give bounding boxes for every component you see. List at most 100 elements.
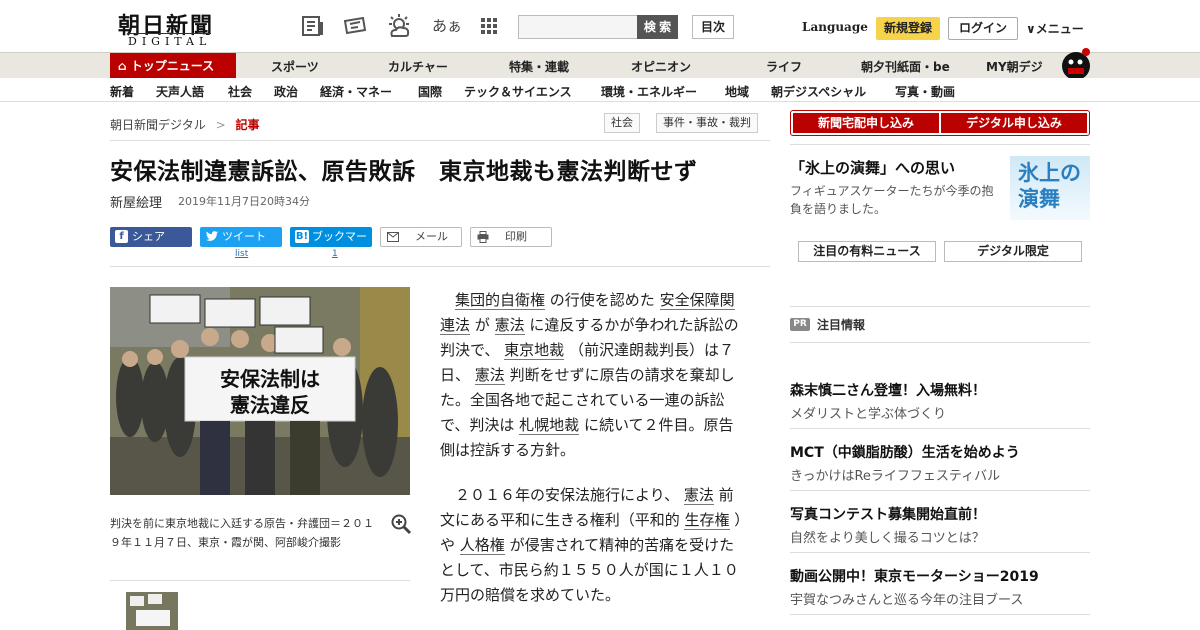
grid-menu-icon[interactable] (476, 14, 502, 38)
facebook-icon: f (115, 230, 128, 243)
zoom-in-icon[interactable] (390, 513, 412, 535)
twitter-share-button[interactable]: ツイート (200, 227, 282, 247)
keyword-link[interactable]: 憲法 (683, 486, 714, 505)
article-paragraph-2: ２０１６年の安保法施行により、 憲法 前文にある平和に生きる権利（平和的 生存権… (440, 483, 745, 608)
nav-my-asadigi[interactable]: MY朝デジ (986, 58, 1043, 75)
font-size-icon[interactable]: あぁ (432, 15, 462, 36)
nav-photo-video[interactable]: 写真・動画 (895, 83, 955, 100)
promo-title[interactable]: 「氷上の演舞」への思い (790, 157, 955, 178)
nav-society[interactable]: 社会 (228, 83, 252, 100)
divider (790, 552, 1090, 553)
print-button[interactable]: 印刷 (470, 227, 552, 247)
nav-top-news-label: トップニュース (130, 59, 215, 73)
pr-item-title[interactable]: 森末慎二さん登壇！入場無料！ (790, 380, 986, 400)
nav-tenseijingo[interactable]: 天声人語 (156, 83, 204, 100)
divider (790, 144, 1090, 145)
divider (110, 140, 770, 141)
print-label: 印刷 (505, 230, 527, 243)
pr-item-desc[interactable]: 宇賀なつみさんと巡る今年の注目ブース (790, 589, 1023, 608)
signup-button[interactable]: 新規登録 (876, 17, 940, 40)
keyword-link[interactable]: 札幌地裁 (519, 416, 580, 435)
nav-newspaper[interactable]: 朝夕刊紙面・be (861, 58, 950, 75)
promo-image[interactable]: 氷上の 演舞 (1010, 156, 1090, 220)
pr-item-desc[interactable]: きっかけはReライフフェスティバル (790, 465, 1000, 484)
pr-badge: PR (790, 318, 810, 331)
article-photo[interactable]: 安保法制は 憲法違反 (110, 287, 410, 495)
print-icon (477, 231, 489, 243)
tab-paid-news[interactable]: 注目の有料ニュース (798, 241, 936, 262)
nav-top-news[interactable]: ⌂ トップニュース (110, 53, 236, 79)
nav-economy[interactable]: 経済・マネー (320, 83, 392, 100)
pr-item-desc[interactable]: メダリストと学ぶ体づくり (790, 403, 946, 422)
hatena-icon: B! (295, 230, 309, 243)
nav-life[interactable]: ライフ (766, 58, 802, 75)
language-link[interactable]: Language (802, 20, 868, 34)
subscribe-digital-button[interactable]: デジタル申し込み (941, 113, 1087, 133)
divider (790, 490, 1090, 491)
article-date: 2019年11月7日20時34分 (178, 195, 310, 208)
nav-international[interactable]: 国際 (418, 83, 442, 100)
nav-features[interactable]: 特集・連載 (509, 58, 569, 75)
article-paragraph-1: 集団的自衛権 の行使を認めた 安全保障関連法 が 憲法 に違反するかが争われた訴… (440, 288, 745, 463)
keyword-link[interactable]: 生存権 (684, 511, 730, 530)
keyword-link[interactable]: 人格権 (459, 536, 505, 555)
site-header: 朝日新聞 DIGITAL あぁ 検 索 目次 Language 新規登録 ログイ… (0, 0, 1200, 52)
breadcrumb-home[interactable]: 朝日新聞デジタル (110, 118, 206, 132)
tag-incidents[interactable]: 事件・事故・裁判 (656, 113, 758, 133)
search-button[interactable]: 検 索 (637, 15, 678, 39)
divider (790, 342, 1090, 343)
nav-tech-science[interactable]: テック＆サイエンス (464, 83, 572, 100)
pr-item-desc[interactable]: 自然をより美しく撮るコツとは？ (790, 527, 985, 546)
photo-thumbnail[interactable] (126, 592, 178, 630)
tab-digital-only[interactable]: デジタル限定 (944, 241, 1082, 262)
hatena-bookmark-button[interactable]: B! ブックマーク (290, 227, 372, 263)
menu-button[interactable]: ∨メニュー (1026, 20, 1084, 37)
pr-item-title[interactable]: 写真コンテスト募集開始直前！ (790, 504, 986, 524)
toc-button[interactable]: 目次 (692, 15, 734, 39)
facebook-share-button[interactable]: f シェア (110, 227, 192, 247)
photo-caption: 判決を前に東京地裁に入廷する原告・弁護団＝２０１９年１１月７日、東京・霞が関、阿… (110, 517, 374, 549)
keyword-link[interactable]: 憲法 (474, 366, 505, 385)
divider (790, 428, 1090, 429)
paragraph-text: の行使を認めた (545, 291, 660, 309)
login-button[interactable]: ログイン (948, 17, 1018, 40)
menu-label: メニュー (1035, 22, 1084, 36)
nav-culture[interactable]: カルチャー (388, 58, 448, 75)
nav-special[interactable]: 朝デジスペシャル (771, 83, 866, 100)
secondary-nav: 新着 天声人語 社会 政治 経済・マネー 国際 テック＆サイエンス 環境・エネル… (0, 78, 1200, 102)
keyword-link[interactable]: 憲法 (494, 316, 525, 335)
nav-sports[interactable]: スポーツ (271, 58, 319, 75)
divider (790, 306, 1090, 307)
primary-nav: ⌂ トップニュース スポーツ カルチャー 特集・連載 オピニオン ライフ 朝夕刊… (0, 48, 1200, 80)
keyword-link[interactable]: 集団的自衛権 (455, 291, 546, 310)
ticket-icon[interactable] (342, 14, 368, 38)
promo-description[interactable]: フィギュアスケーターたちが今季の抱負を語りました。 (790, 182, 1005, 218)
twitter-share-label: ツイート (222, 230, 266, 243)
weather-icon[interactable] (386, 14, 412, 38)
paragraph-text: が (470, 316, 495, 334)
nav-environment[interactable]: 環境・エネルギー (601, 83, 697, 100)
tag-society[interactable]: 社会 (604, 113, 640, 133)
facebook-share-label: シェア (132, 230, 165, 243)
twitter-list-link[interactable]: list (235, 249, 248, 259)
nav-latest[interactable]: 新着 (110, 83, 134, 100)
promo-image-text: 氷上の 演舞 (1018, 161, 1081, 211)
pr-item-title[interactable]: 動画公開中！東京モーターショー2019 (790, 566, 1039, 586)
mail-label: メール (415, 230, 448, 243)
mail-button[interactable]: メール (380, 227, 462, 247)
nav-region[interactable]: 地域 (725, 83, 749, 100)
nav-politics[interactable]: 政治 (274, 83, 298, 100)
pr-item-title[interactable]: MCT（中鎖脂肪酸）生活を始めよう (790, 442, 1020, 462)
subscribe-paper-button[interactable]: 新聞宅配申し込み (793, 113, 939, 133)
hatena-bookmark-label: ブックマーク (312, 230, 367, 263)
nav-opinion[interactable]: オピニオン (631, 58, 691, 75)
article-author[interactable]: 新屋絵理 (110, 192, 162, 211)
keyword-link[interactable]: 東京地裁 (504, 341, 565, 360)
search-input[interactable] (518, 15, 638, 39)
article-headline: 安保法制違憲訴訟、原告敗訴 東京地裁も憲法判断せず (110, 159, 698, 185)
breadcrumb-current: 記事 (235, 118, 260, 132)
hatena-count[interactable]: 1 (332, 249, 338, 259)
protest-sign-line1: 安保法制は (220, 367, 320, 391)
paper-icon[interactable] (300, 14, 326, 38)
divider (110, 580, 410, 581)
